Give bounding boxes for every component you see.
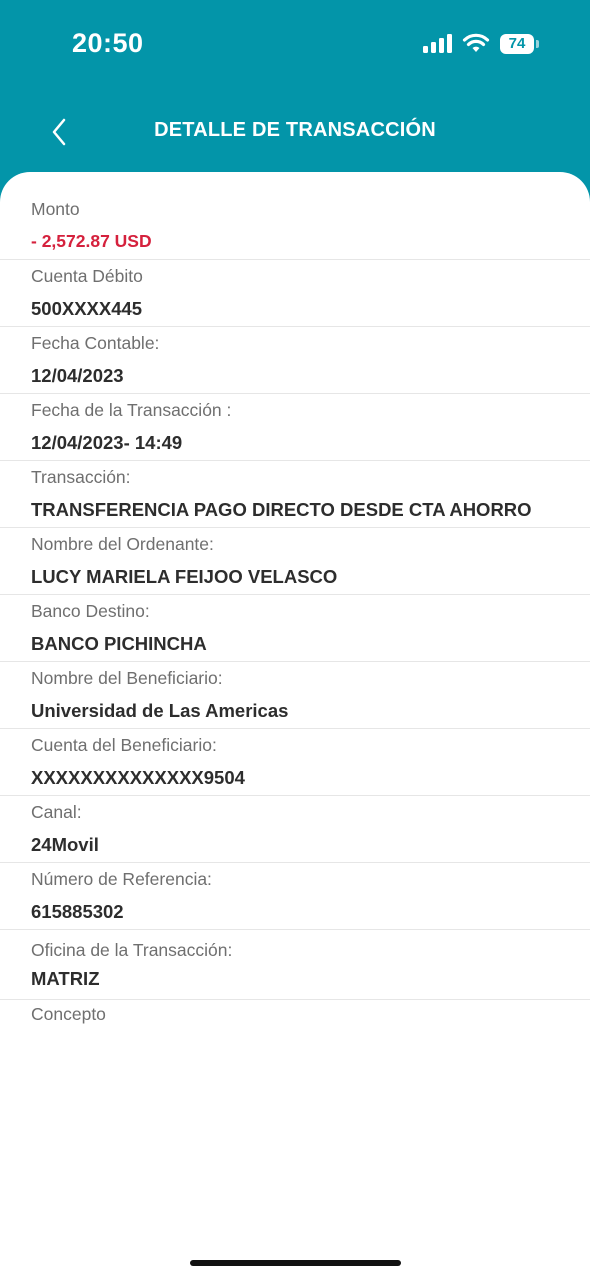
detail-row-fecha-contable: Fecha Contable: 12/04/2023	[0, 327, 590, 394]
detail-label: Monto	[31, 199, 80, 219]
detail-value: 24Movil	[31, 834, 99, 855]
detail-label: Banco Destino:	[31, 601, 150, 621]
detail-label: Nombre del Beneficiario:	[31, 668, 223, 688]
detail-row-concepto: Concepto	[0, 1000, 590, 1067]
detail-row-canal: Canal: 24Movil	[0, 796, 590, 863]
detail-label: Fecha de la Transacción :	[31, 400, 232, 420]
detail-card: Monto - 2,572.87 USD Cuenta Débito 500XX…	[0, 172, 590, 1280]
wifi-icon	[462, 33, 490, 52]
battery-level: 74	[508, 35, 526, 52]
detail-label: Número de Referencia:	[31, 869, 212, 889]
detail-row-fecha-transaccion: Fecha de la Transacción : 12/04/2023- 14…	[0, 394, 590, 461]
detail-label: Cuenta del Beneficiario:	[31, 735, 217, 755]
detail-row-referencia: Número de Referencia: 615885302	[0, 863, 590, 930]
page-title: DETALLE DE TRANSACCIÓN	[154, 119, 436, 141]
detail-value: MATRIZ	[31, 968, 100, 989]
detail-value: Universidad de Las Americas	[31, 700, 289, 721]
detail-value: TRANSFERENCIA PAGO DIRECTO DESDE CTA AHO…	[31, 499, 532, 520]
detail-value: BANCO PICHINCHA	[31, 633, 207, 654]
detail-row-transaccion: Transacción: TRANSFERENCIA PAGO DIRECTO …	[0, 461, 590, 528]
detail-label: Canal:	[31, 802, 82, 822]
detail-label: Oficina de la Transacción:	[31, 940, 233, 960]
detail-row-cuenta-debito: Cuenta Débito 500XXXX445	[0, 260, 590, 327]
detail-label: Nombre del Ordenante:	[31, 534, 214, 554]
detail-row-ordenante: Nombre del Ordenante: LUCY MARIELA FEIJO…	[0, 528, 590, 595]
status-bar: 20:50 74	[0, 0, 590, 90]
detail-value: 500XXXX445	[31, 298, 143, 319]
detail-value: LUCY MARIELA FEIJOO VELASCO	[31, 566, 338, 587]
detail-row-oficina: Oficina de la Transacción: MATRIZ	[0, 930, 590, 1000]
detail-list: Monto - 2,572.87 USD Cuenta Débito 500XX…	[0, 194, 590, 1067]
detail-value: 12/04/2023- 14:49	[31, 432, 183, 453]
detail-label: Fecha Contable:	[31, 333, 160, 353]
battery-icon: 74	[500, 34, 539, 54]
app-header: DETALLE DE TRANSACCIÓN	[0, 90, 590, 172]
detail-value: 615885302	[31, 901, 124, 922]
detail-value: 12/04/2023	[31, 365, 124, 386]
detail-row-beneficiario: Nombre del Beneficiario: Universidad de …	[0, 662, 590, 729]
detail-value: XXXXXXXXXXXXXX9504	[31, 767, 245, 788]
cellular-signal-icon	[423, 34, 452, 53]
home-indicator[interactable]	[190, 1260, 401, 1266]
amount-value: - 2,572.87 USD	[31, 231, 152, 251]
detail-row-cuenta-beneficiario: Cuenta del Beneficiario: XXXXXXXXXXXXXX9…	[0, 729, 590, 796]
detail-row-monto: Monto - 2,572.87 USD	[0, 194, 590, 260]
detail-label: Cuenta Débito	[31, 266, 143, 286]
detail-label: Transacción:	[31, 467, 131, 487]
detail-label: Concepto	[31, 1004, 106, 1024]
status-time: 20:50	[72, 28, 144, 58]
detail-row-banco-destino: Banco Destino: BANCO PICHINCHA	[0, 595, 590, 662]
